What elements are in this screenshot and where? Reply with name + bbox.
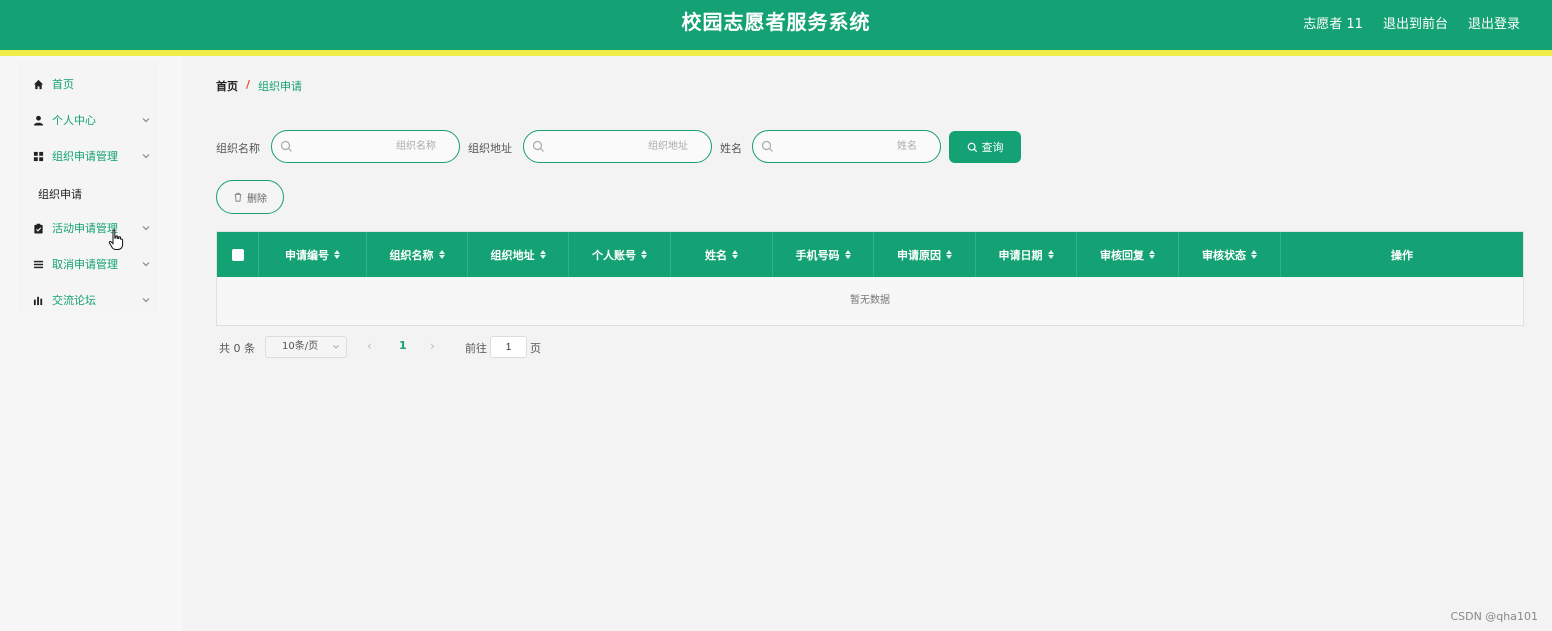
sort-icon (334, 250, 340, 259)
chevron-down-icon (142, 118, 150, 123)
current-user[interactable]: 志愿者 11 (1303, 13, 1363, 32)
column-header-personal-account[interactable]: 个人账号 (569, 232, 671, 277)
search-icon (761, 140, 773, 152)
chevron-down-icon (142, 262, 150, 267)
column-header-name[interactable]: 姓名 (671, 232, 773, 277)
page-size-value: 10条/页 (282, 341, 319, 352)
sidebar-menu: 首页 个人中心 组织申请管理 组织申请 活动申请管理 取消申请管理 交流论坛 (18, 61, 158, 313)
query-button-label: 查询 (981, 141, 1004, 154)
home-icon (32, 78, 44, 90)
table-header: 申请编号 组织名称 组织地址 个人账号 姓名 手机号码 申请原因 申请日期 审核… (217, 232, 1523, 277)
select-all-checkbox-cell[interactable] (217, 232, 259, 277)
chevron-down-icon (333, 345, 339, 349)
goto-page-input[interactable] (490, 336, 527, 358)
column-header-application-no[interactable]: 申请编号 (259, 232, 367, 277)
select-all-checkbox[interactable] (231, 248, 244, 261)
goto-suffix: 页 (530, 342, 541, 355)
clipboard-icon (32, 222, 44, 234)
chevron-down-icon (142, 154, 150, 159)
user-icon (32, 114, 44, 126)
data-table: 申请编号 组织名称 组织地址 个人账号 姓名 手机号码 申请原因 申请日期 审核… (216, 231, 1524, 326)
sidebar-item-label: 取消申请管理 (52, 258, 118, 271)
sort-icon (1149, 250, 1155, 259)
name-field[interactable] (752, 130, 941, 163)
bar-chart-icon (32, 294, 44, 306)
sort-icon (438, 250, 445, 259)
name-label: 姓名 (720, 142, 742, 155)
sidebar-item-label: 个人中心 (52, 114, 96, 127)
sidebar-item-forum[interactable]: 交流论坛 (32, 290, 158, 310)
breadcrumb-home[interactable]: 首页 (216, 78, 238, 94)
org-name-label: 组织名称 (216, 142, 260, 155)
back-to-front-link[interactable]: 退出到前台 (1383, 13, 1448, 32)
sidebar-item-home[interactable]: 首页 (32, 74, 158, 94)
breadcrumb-current: 组织申请 (258, 80, 303, 93)
sidebar-item-label: 交流论坛 (52, 294, 96, 307)
prev-page-button[interactable]: ‹ (367, 339, 372, 353)
column-header-review-reply[interactable]: 审核回复 (1077, 232, 1179, 277)
list-icon (32, 258, 44, 270)
name-input[interactable] (779, 131, 917, 162)
column-header-review-status[interactable]: 审核状态 (1179, 232, 1281, 277)
search-icon (967, 142, 977, 152)
sidebar-item-cancel-application-management[interactable]: 取消申请管理 (32, 254, 158, 274)
next-page-button[interactable]: › (430, 339, 435, 353)
delete-button-label: 删除 (247, 193, 267, 205)
query-button[interactable]: 查询 (949, 131, 1021, 163)
column-header-application-date[interactable]: 申请日期 (976, 232, 1077, 277)
sidebar-item-activity-application-management[interactable]: 活动申请管理 (32, 218, 158, 238)
sidebar-item-personal-center[interactable]: 个人中心 (32, 110, 158, 130)
header-accent-stripe (0, 50, 1552, 56)
org-address-label: 组织地址 (468, 142, 512, 155)
org-address-input[interactable] (550, 131, 688, 162)
org-name-field[interactable] (271, 130, 460, 163)
sidebar: 首页 个人中心 组织申请管理 组织申请 活动申请管理 取消申请管理 交流论坛 (0, 56, 183, 631)
chevron-down-icon (142, 226, 150, 231)
logout-link[interactable]: 退出登录 (1468, 13, 1520, 32)
page-size-select[interactable]: 10条/页 (265, 336, 347, 358)
sort-icon (641, 250, 647, 259)
column-header-reason[interactable]: 申请原因 (874, 232, 976, 277)
sort-icon (1251, 250, 1257, 259)
delete-button[interactable]: 删除 (216, 180, 284, 214)
sidebar-item-org-application-management[interactable]: 组织申请管理 (32, 146, 158, 166)
sort-icon (732, 250, 738, 259)
sidebar-subitem-org-application[interactable]: 组织申请 (38, 186, 82, 202)
search-icon (280, 140, 292, 152)
sort-icon (1047, 250, 1054, 259)
header-links: 志愿者 11 退出到前台 退出登录 (1303, 0, 1520, 44)
chevron-down-icon (142, 298, 150, 303)
column-header-actions: 操作 (1391, 248, 1413, 262)
column-header-org-name[interactable]: 组织名称 (367, 232, 468, 277)
page-number-current[interactable]: 1 (399, 339, 407, 352)
grid-icon (32, 150, 44, 162)
column-header-phone[interactable]: 手机号码 (773, 232, 874, 277)
pagination-total: 共 0 条 (219, 342, 255, 355)
sidebar-item-label: 组织申请管理 (52, 150, 118, 163)
org-name-input[interactable] (298, 131, 436, 162)
watermark: CSDN @qha101 (1450, 610, 1538, 623)
sidebar-item-label: 首页 (52, 78, 74, 91)
search-icon (532, 140, 544, 152)
sort-icon (946, 250, 952, 259)
table-empty-text: 暂无数据 (850, 295, 890, 306)
org-address-field[interactable] (523, 130, 712, 163)
sort-icon (844, 250, 851, 259)
hand-cursor-icon (108, 229, 124, 250)
sort-icon (539, 250, 546, 259)
breadcrumb: 首页 / 组织申请 (216, 78, 302, 94)
breadcrumb-separator: / (246, 78, 251, 91)
trash-icon (234, 192, 242, 202)
goto-label: 前往 (465, 342, 487, 355)
column-header-org-address[interactable]: 组织地址 (468, 232, 569, 277)
